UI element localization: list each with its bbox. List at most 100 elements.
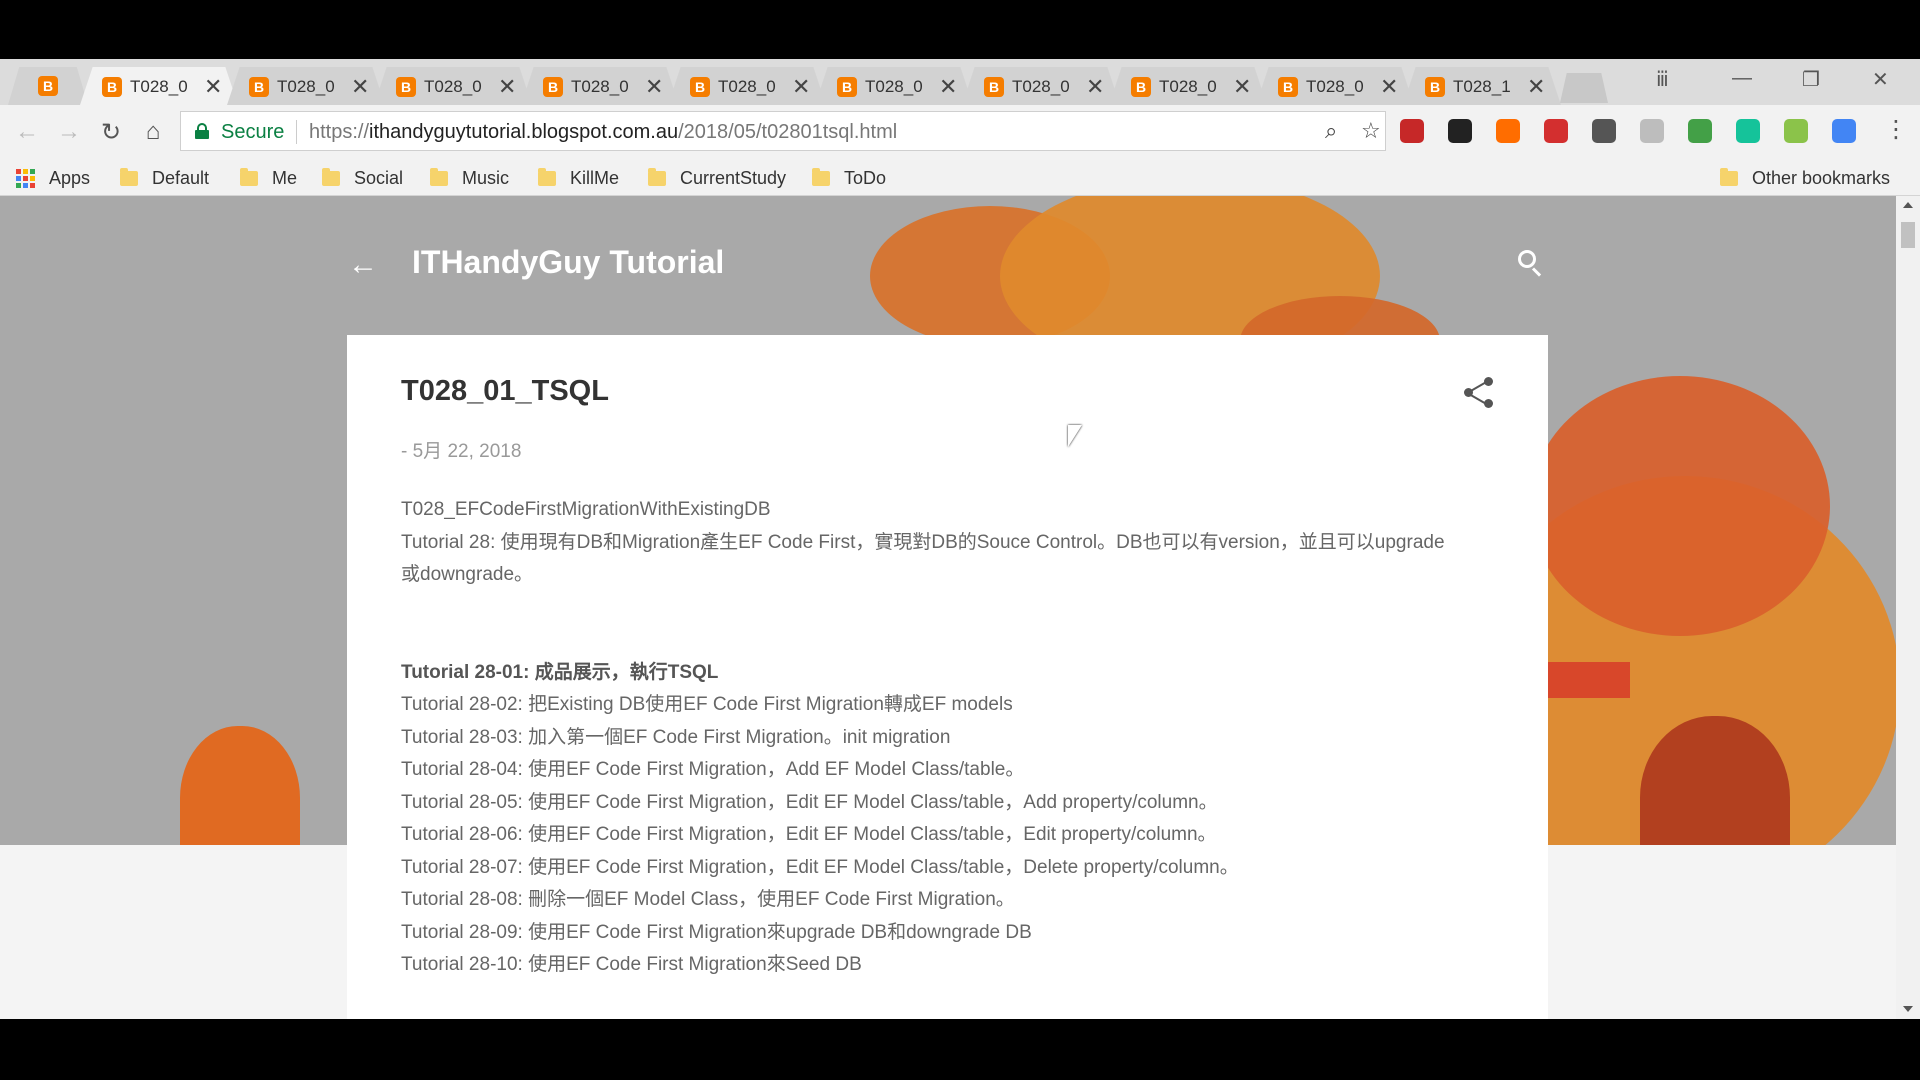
- lock-icon: [195, 123, 209, 139]
- bookmark-folder[interactable]: CurrentStudy: [648, 165, 786, 191]
- bookmark-folder[interactable]: Music: [430, 165, 509, 191]
- bookmark-label: Me: [272, 167, 298, 188]
- blogger-icon: B: [1425, 77, 1445, 97]
- browser-tab[interactable]: B T028_0 ✕: [521, 67, 679, 105]
- bookmark-folder[interactable]: Default: [120, 165, 209, 191]
- secure-label: Secure: [221, 121, 285, 143]
- folder-icon: [240, 167, 258, 186]
- tab-close-icon[interactable]: ✕: [1233, 74, 1251, 100]
- extension-icon[interactable]: [1640, 119, 1664, 143]
- bookmark-other[interactable]: Other bookmarks: [1720, 165, 1890, 191]
- tab-title: T028_0: [130, 77, 188, 96]
- tab-close-icon[interactable]: ✕: [1380, 74, 1398, 100]
- url-text[interactable]: https://ithandyguytutorial.blogspot.com.…: [309, 121, 897, 144]
- tutorial-list-item: Tutorial 28-01: 成品展示，執行TSQL: [401, 661, 719, 683]
- folder-icon: [120, 167, 138, 186]
- bookmark-folder[interactable]: ToDo: [812, 165, 886, 191]
- extension-icon[interactable]: [1544, 119, 1568, 143]
- profile-icon[interactable]: ⅲ: [1656, 67, 1669, 92]
- tab-title: T028_0: [865, 77, 923, 96]
- folder-icon: [1720, 167, 1738, 186]
- close-window-icon[interactable]: ✕: [1872, 67, 1889, 92]
- browser-tab[interactable]: B T028_0 ✕: [962, 67, 1120, 105]
- extension-icon[interactable]: [1736, 119, 1760, 143]
- blogger-icon: B: [1131, 77, 1151, 97]
- tab-title: T028_1: [1453, 77, 1511, 96]
- bookmark-label: CurrentStudy: [680, 167, 787, 188]
- bookmark-label: KillMe: [570, 167, 620, 188]
- reload-icon[interactable]: ↻: [94, 115, 128, 149]
- share-icon[interactable]: [1464, 377, 1494, 408]
- header-art: [180, 726, 300, 845]
- tab-close-icon[interactable]: ✕: [645, 74, 663, 100]
- folder-icon: [322, 167, 340, 186]
- bookmark-apps[interactable]: Apps: [16, 165, 90, 191]
- address-bar[interactable]: Secure https://ithandyguytutorial.blogsp…: [180, 111, 1386, 151]
- chrome-menu-icon[interactable]: ⋮: [1884, 115, 1908, 144]
- extension-icon[interactable]: [1592, 119, 1616, 143]
- back-arrow-icon[interactable]: ←: [348, 248, 378, 282]
- browser-tab[interactable]: B T028_0 ✕: [227, 67, 385, 105]
- bookmark-folder[interactable]: KillMe: [538, 165, 619, 191]
- post-intro-line: Tutorial 28: 使用現有DB和Migration產生EF Code F…: [401, 531, 1445, 586]
- bookmark-label: Music: [462, 167, 510, 188]
- browser-tab[interactable]: B T028_1 ✕: [1403, 67, 1561, 105]
- bookmark-star-icon[interactable]: ☆: [1361, 118, 1381, 144]
- post-date[interactable]: - 5月 22, 2018: [401, 436, 521, 463]
- tutorial-list-item: Tutorial 28-08: 刪除一個EF Model Class，使用EF …: [401, 889, 1015, 910]
- tab-close-icon[interactable]: ✕: [498, 74, 516, 100]
- bookmark-folder[interactable]: Me: [240, 165, 297, 191]
- tab-close-icon[interactable]: ✕: [1086, 74, 1104, 100]
- browser-tab[interactable]: B T028_0 ✕: [374, 67, 532, 105]
- bookmark-label: ToDo: [844, 167, 887, 188]
- tutorial-list-item: Tutorial 28-09: 使用EF Code First Migratio…: [401, 921, 1032, 943]
- extension-icon[interactable]: [1784, 119, 1808, 143]
- scroll-thumb[interactable]: [1901, 222, 1915, 248]
- browser-tab[interactable]: B T028_0 ✕: [1256, 67, 1414, 105]
- tab-close-icon[interactable]: ✕: [204, 74, 222, 100]
- restore-icon[interactable]: ❐: [1802, 67, 1820, 92]
- forward-icon[interactable]: →: [52, 115, 86, 149]
- extension-icon[interactable]: [1832, 119, 1856, 143]
- extension-icon[interactable]: [1400, 119, 1424, 143]
- post-title: T028_01_TSQL: [401, 375, 609, 407]
- minimize-icon[interactable]: —: [1732, 67, 1752, 90]
- browser-tab[interactable]: B T028_0 ✕: [1109, 67, 1267, 105]
- browser-chrome: B B T028_0 ✕ B T028_0 ✕ B T028_0 ✕ B T028_0 ✕ B T028_…: [0, 59, 1920, 196]
- zoom-icon[interactable]: ⌕: [1325, 118, 1337, 144]
- mouse-cursor-icon: [1068, 425, 1082, 447]
- new-tab-button[interactable]: [1560, 73, 1608, 103]
- browser-tab[interactable]: B T028_0 ✕: [668, 67, 826, 105]
- page-viewport: ← ITHandyGuy Tutorial T028_01_TSQL - 5月 …: [0, 196, 1896, 1019]
- header-art: [1540, 662, 1630, 698]
- bookmark-label: Default: [152, 167, 210, 188]
- blogger-pinned-tab[interactable]: B: [8, 67, 88, 105]
- bookmark-label: Social: [354, 167, 404, 188]
- scroll-down-arrow-icon[interactable]: [1903, 1006, 1913, 1012]
- back-icon[interactable]: ←: [10, 115, 44, 149]
- page-scrollbar[interactable]: [1896, 196, 1920, 1019]
- tab-close-icon[interactable]: ✕: [351, 74, 369, 100]
- browser-tab[interactable]: B T028_0 ✕: [815, 67, 973, 105]
- folder-icon: [812, 167, 830, 186]
- browser-tab[interactable]: B T028_0 ✕: [80, 67, 238, 105]
- tab-close-icon[interactable]: ✕: [1527, 74, 1545, 100]
- blogger-icon: B: [984, 77, 1004, 97]
- bookmark-folder[interactable]: Social: [322, 165, 403, 191]
- extension-icon[interactable]: [1448, 119, 1472, 143]
- tab-close-icon[interactable]: ✕: [939, 74, 957, 100]
- extension-icon[interactable]: [1688, 119, 1712, 143]
- folder-icon: [648, 167, 666, 186]
- tab-close-icon[interactable]: ✕: [792, 74, 810, 100]
- tab-title: T028_0: [277, 77, 335, 96]
- blogger-icon: B: [1278, 77, 1298, 97]
- blog-title[interactable]: ITHandyGuy Tutorial: [412, 244, 724, 281]
- tutorial-list-item: Tutorial 28-02: 把Existing DB使用EF Code Fi…: [401, 694, 1013, 715]
- search-icon[interactable]: [1518, 250, 1546, 278]
- home-icon[interactable]: ⌂: [136, 115, 170, 149]
- video-letterbox-top: [0, 0, 1920, 59]
- scroll-up-arrow-icon[interactable]: [1903, 202, 1913, 208]
- tab-title: T028_0: [1159, 77, 1217, 96]
- extension-icon[interactable]: [1496, 119, 1520, 143]
- tab-strip: B B T028_0 ✕ B T028_0 ✕ B T028_0 ✕ B T028_0 ✕ B T028_…: [0, 59, 1920, 105]
